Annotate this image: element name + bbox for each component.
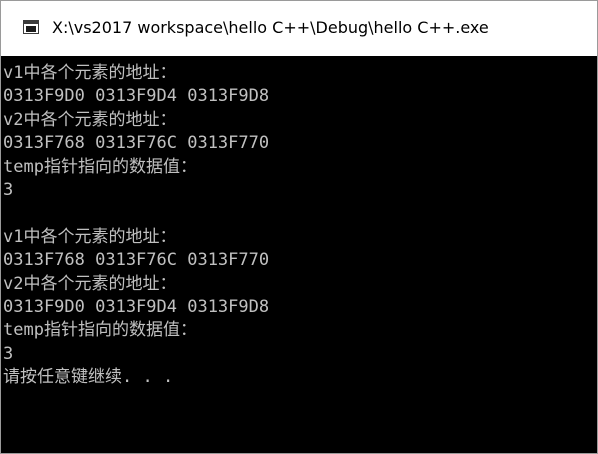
console-line: 0313F9D0 0313F9D4 0313F9D8 xyxy=(3,86,270,107)
icon-title-strip xyxy=(24,21,38,24)
title-bar[interactable]: X:\vs2017 workspace\hello C++\Debug\hell… xyxy=(1,1,597,56)
console-window: X:\vs2017 workspace\hello C++\Debug\hell… xyxy=(0,0,598,454)
console-prompt-line: 请按任意键继续. . . xyxy=(3,367,174,388)
console-line: v2中各个元素的地址： xyxy=(3,109,177,130)
window-title: X:\vs2017 workspace\hello C++\Debug\hell… xyxy=(52,18,489,37)
console-line: v1中各个元素的地址： xyxy=(3,226,177,247)
console-line: temp指针指向的数据值： xyxy=(3,156,197,177)
console-app-icon[interactable] xyxy=(23,20,39,34)
console-line: temp指针指向的数据值： xyxy=(3,320,197,341)
console-line: 3 xyxy=(3,343,14,364)
console-line: 0313F768 0313F76C 0313F770 xyxy=(3,133,270,154)
console-line: 3 xyxy=(3,179,14,200)
console-output[interactable]: v1中各个元素的地址： 0313F9D0 0313F9D4 0313F9D8 v… xyxy=(1,56,597,453)
console-line: v1中各个元素的地址： xyxy=(3,63,177,83)
console-line: v2中各个元素的地址： xyxy=(3,273,177,294)
icon-screen xyxy=(26,26,36,32)
console-line: 0313F9D0 0313F9D4 0313F9D8 xyxy=(3,296,270,317)
console-line: 0313F768 0313F76C 0313F770 xyxy=(3,250,270,271)
